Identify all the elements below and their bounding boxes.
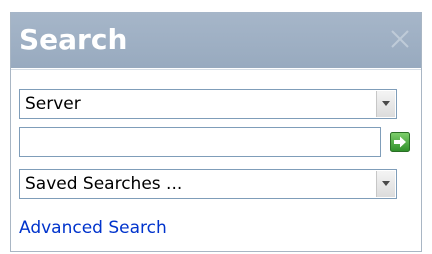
close-icon[interactable] xyxy=(387,26,413,52)
saved-searches-select[interactable]: Saved Searches ... xyxy=(19,169,397,199)
server-dropdown-button[interactable] xyxy=(376,91,395,117)
server-select-value: Server xyxy=(25,94,81,114)
chevron-down-icon xyxy=(382,101,390,106)
chevron-down-icon xyxy=(382,181,390,186)
panel-title: Search xyxy=(19,23,128,56)
server-select[interactable]: Server xyxy=(19,89,397,119)
search-input[interactable] xyxy=(19,127,381,157)
title-bar: Search xyxy=(11,12,421,68)
panel-body: Server Saved Searches ... Advanced Searc… xyxy=(11,68,421,253)
go-arrow-icon[interactable] xyxy=(390,132,410,152)
search-panel: Search Server Saved Searches ... Advance… xyxy=(10,12,422,252)
saved-searches-value: Saved Searches ... xyxy=(25,174,183,194)
saved-searches-dropdown-button[interactable] xyxy=(376,171,395,197)
advanced-search-link[interactable]: Advanced Search xyxy=(19,217,167,239)
